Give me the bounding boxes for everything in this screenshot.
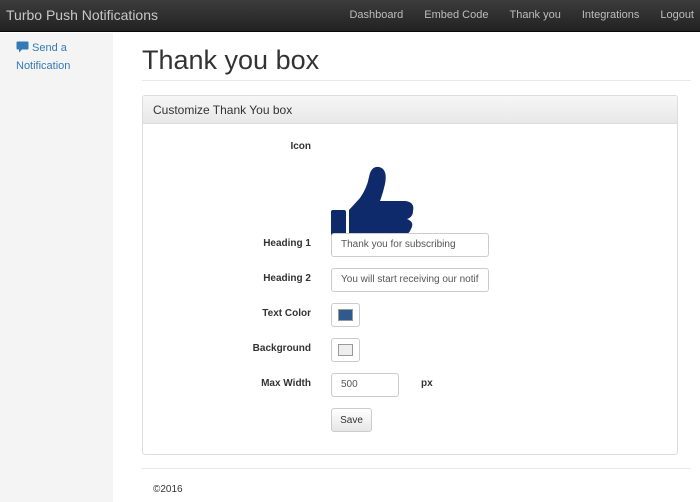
page-title: Thank you box bbox=[142, 45, 320, 75]
text-color-label: Text Color bbox=[262, 308, 311, 319]
comment-icon bbox=[16, 41, 29, 58]
sidebar-item-send-notification[interactable]: Send a Notification bbox=[16, 40, 96, 74]
text-color-picker[interactable] bbox=[331, 303, 360, 327]
customize-panel: Customize Thank You box Icon Heading 1 T… bbox=[142, 95, 678, 455]
nav-integrations[interactable]: Integrations bbox=[572, 0, 649, 32]
max-width-label: Max Width bbox=[261, 378, 311, 389]
text-color-swatch bbox=[338, 309, 353, 321]
nav-links: Dashboard Embed Code Thank you Integrati… bbox=[338, 0, 700, 32]
nav-logout[interactable]: Logout bbox=[650, 0, 700, 32]
icon-label: Icon bbox=[290, 141, 311, 152]
top-navbar: Turbo Push Notifications Dashboard Embed… bbox=[0, 0, 700, 32]
nav-embed-code[interactable]: Embed Code bbox=[414, 0, 498, 32]
main-content: Thank you box Customize Thank You box Ic… bbox=[113, 33, 700, 502]
footer-divider bbox=[142, 468, 691, 469]
heading2-input[interactable]: You will start receiving our notif bbox=[331, 268, 489, 292]
nav-thank-you[interactable]: Thank you bbox=[499, 0, 570, 32]
max-width-unit: px bbox=[421, 378, 433, 389]
heading1-label: Heading 1 bbox=[263, 238, 311, 249]
title-divider bbox=[142, 80, 691, 81]
background-label: Background bbox=[252, 343, 311, 354]
copyright: ©2016 bbox=[153, 484, 183, 495]
nav-dashboard[interactable]: Dashboard bbox=[339, 0, 413, 32]
heading2-label: Heading 2 bbox=[263, 273, 311, 284]
save-button[interactable]: Save bbox=[331, 408, 372, 432]
background-color-picker[interactable] bbox=[331, 338, 360, 362]
background-color-swatch bbox=[338, 344, 353, 356]
heading1-input[interactable]: Thank you for subscribing bbox=[331, 233, 489, 257]
panel-heading: Customize Thank You box bbox=[143, 96, 677, 124]
sidebar: Send a Notification bbox=[0, 33, 113, 502]
max-width-input[interactable]: 500 bbox=[331, 373, 399, 397]
brand-title[interactable]: Turbo Push Notifications bbox=[6, 7, 158, 23]
